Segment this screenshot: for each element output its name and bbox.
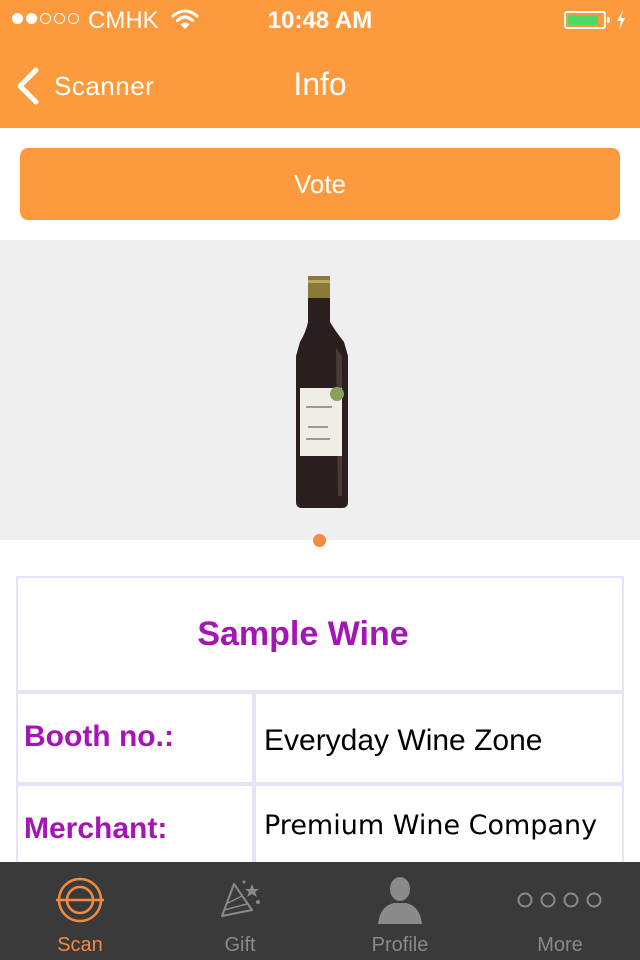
tab-scan[interactable]: Scan bbox=[0, 862, 160, 960]
clock-time: 10:48 AM bbox=[267, 7, 373, 34]
product-image-carousel[interactable] bbox=[0, 240, 640, 540]
tab-more[interactable]: More bbox=[480, 862, 640, 960]
merchant-label: Merchant: bbox=[24, 812, 168, 845]
target-icon bbox=[56, 877, 104, 923]
wine-name-cell: Sample Wine bbox=[16, 576, 624, 692]
booth-label: Booth no.: bbox=[24, 720, 174, 753]
tab-more-label: More bbox=[537, 934, 583, 956]
gift-icon bbox=[221, 880, 260, 917]
carousel-page-indicator bbox=[313, 534, 326, 547]
booth-value-cell: Everyday Wine Zone bbox=[254, 692, 624, 784]
wine-bottle-image bbox=[296, 276, 348, 508]
tab-profile[interactable]: Profile bbox=[320, 862, 480, 960]
charging-bolt-icon bbox=[617, 10, 625, 30]
battery-icon bbox=[564, 11, 610, 29]
more-dots-icon bbox=[517, 892, 602, 908]
page-title: Info bbox=[293, 66, 347, 102]
tab-gift-label: Gift bbox=[224, 934, 256, 956]
merchant-value: Premium Wine Company bbox=[264, 810, 598, 841]
status-bar: CMHK 10:48 AM bbox=[0, 0, 640, 40]
vote-button[interactable]: Vote bbox=[20, 148, 620, 220]
person-icon bbox=[378, 877, 422, 924]
tab-scan-label: Scan bbox=[57, 934, 103, 956]
booth-label-cell: Booth no.: bbox=[16, 692, 254, 784]
tab-bar: Scan Gift Profile More bbox=[0, 862, 640, 960]
tab-profile-label: Profile bbox=[371, 934, 429, 956]
top-bar: CMHK 10:48 AM Scanner Info bbox=[0, 0, 640, 128]
wine-name: Sample Wine bbox=[197, 615, 409, 653]
wine-info-table: Sample Wine Booth no.: Everyday Wine Zon… bbox=[16, 576, 624, 876]
booth-value: Everyday Wine Zone bbox=[264, 724, 543, 757]
tab-gift[interactable]: Gift bbox=[160, 862, 320, 960]
